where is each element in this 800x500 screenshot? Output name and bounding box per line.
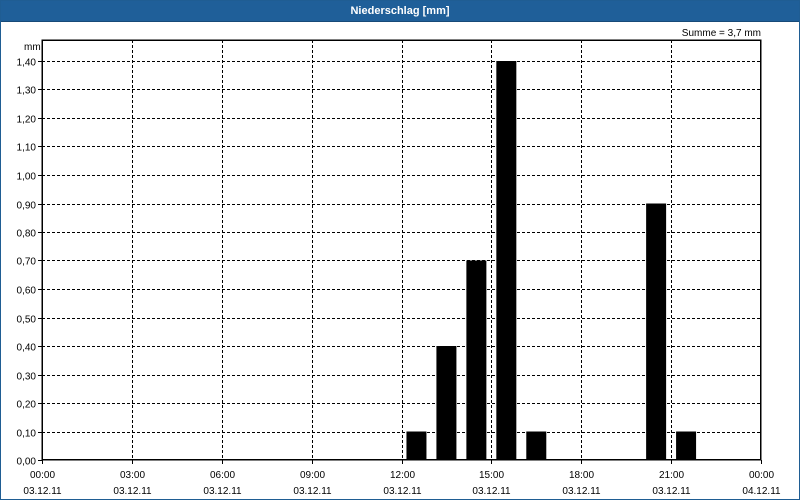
bar — [676, 431, 697, 460]
bar — [496, 61, 517, 460]
y-tick-label: 0,30 — [17, 372, 37, 383]
x-tick-time: 09:00 — [300, 470, 325, 481]
x-tick-date: 03.12.11 — [472, 486, 511, 497]
x-tick-date: 03.12.11 — [652, 486, 691, 497]
y-tick-label: 0,60 — [17, 286, 37, 297]
bar — [406, 431, 427, 460]
x-tick-time: 12:00 — [390, 470, 415, 481]
y-tick-label: 0,80 — [17, 229, 37, 240]
x-tick-date: 03.12.11 — [562, 486, 601, 497]
bar — [646, 203, 667, 460]
x-tick-time: 00:00 — [749, 470, 774, 481]
bar — [526, 431, 547, 460]
y-tick-label: 0,70 — [17, 257, 37, 268]
bar — [466, 260, 487, 460]
x-tick-time: 21:00 — [659, 470, 684, 481]
precipitation-chart: 0,00 0,10 0,20 0,30 0,40 0,50 0,60 0,70 0,80 0,90… — [17, 39, 781, 497]
bar — [436, 346, 457, 460]
x-tick-date: 03.12.11 — [383, 486, 422, 497]
y-tick-label: 1,30 — [17, 86, 37, 97]
y-tick-label: 1,00 — [17, 172, 37, 183]
y-tick-label: 1,40 — [17, 58, 37, 69]
y-tick-label: 0,90 — [17, 201, 37, 212]
y-axis-label: mm — [24, 42, 41, 53]
y-tick-label: 0,20 — [17, 400, 37, 411]
y-tick-label: 0,50 — [17, 315, 37, 326]
x-tick-date: 04.12.11 — [742, 486, 781, 497]
x-tick-time: 00:00 — [30, 470, 55, 481]
x-tick-date: 03.12.11 — [203, 486, 242, 497]
x-tick-date: 03.12.11 — [113, 486, 152, 497]
y-tick-label: 1,10 — [17, 143, 37, 154]
x-tick-time: 03:00 — [120, 470, 145, 481]
x-tick-date: 03.12.11 — [23, 486, 62, 497]
x-tick-time: 18:00 — [569, 470, 594, 481]
x-tick-time: 15:00 — [479, 470, 504, 481]
y-tick-label: 0,10 — [17, 429, 37, 440]
x-tick-time: 06:00 — [210, 470, 235, 481]
x-tick-date: 03.12.11 — [293, 486, 332, 497]
y-tick-label: 0,00 — [17, 457, 37, 468]
y-tick-label: 0,40 — [17, 343, 37, 354]
y-tick-label: 1,20 — [17, 115, 37, 126]
